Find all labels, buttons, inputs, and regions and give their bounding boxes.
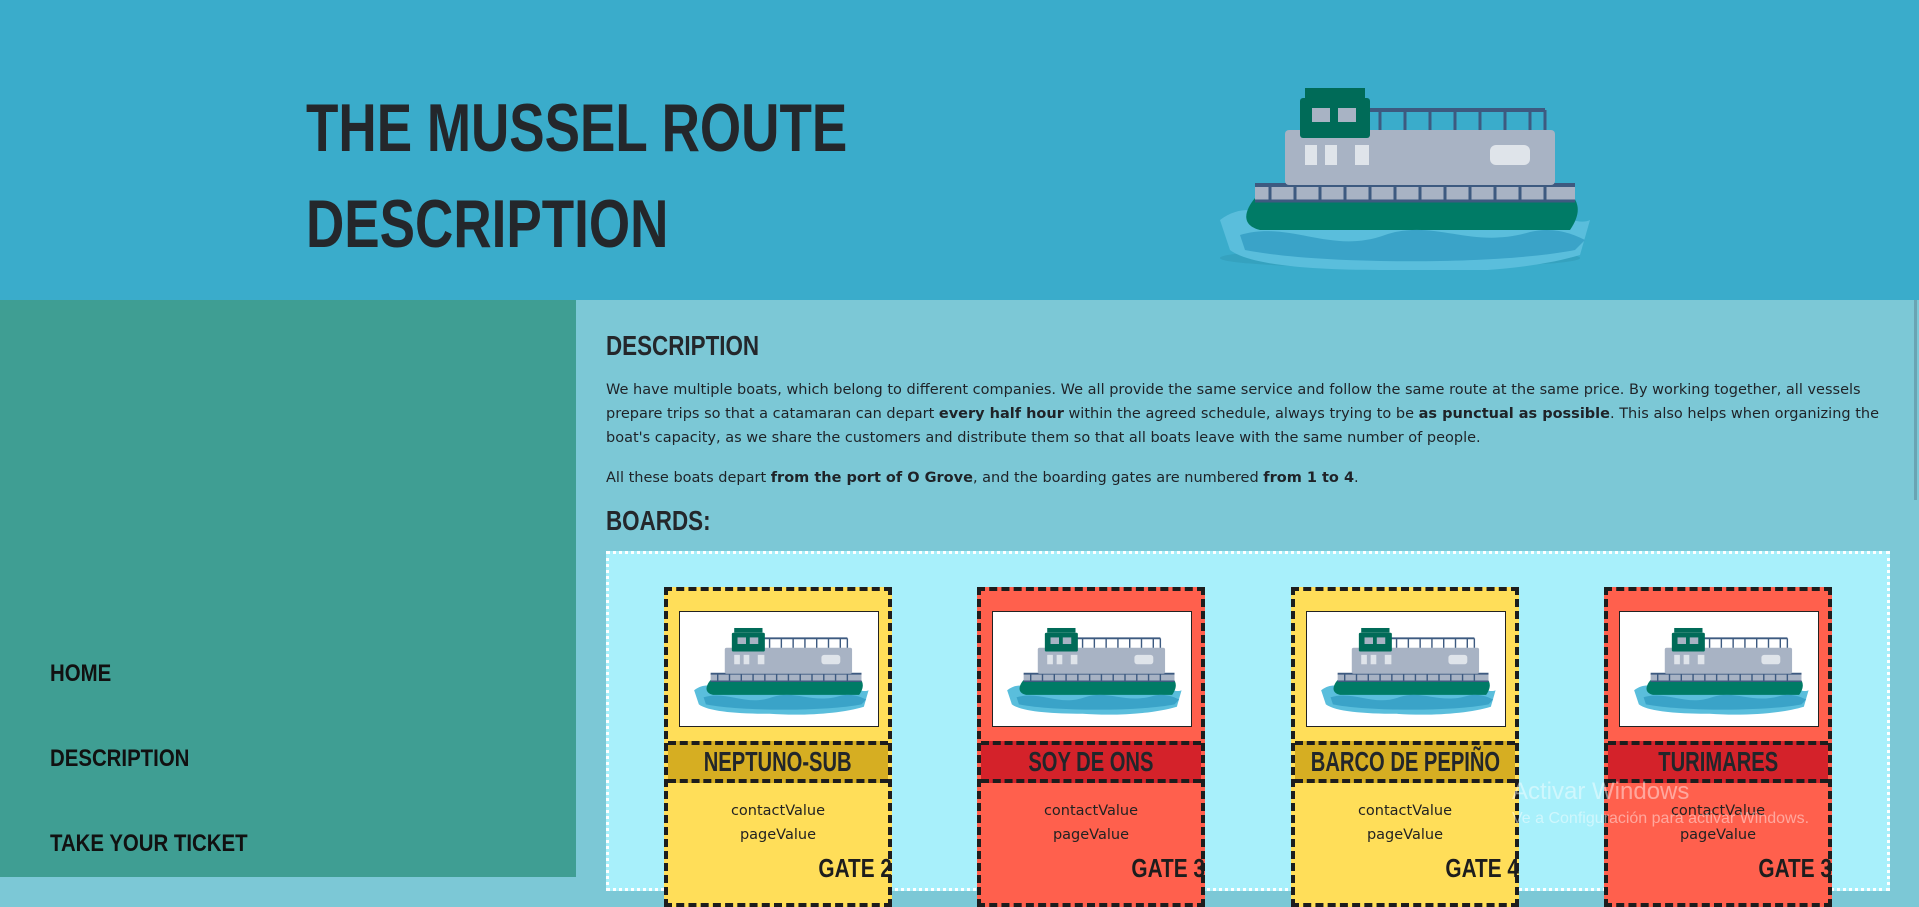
board-card[interactable]: NEPTUNO-SUB contactValue pageValue GATE … [664, 587, 892, 907]
board-gate: GATE 2 [818, 853, 892, 883]
nav-take-your-ticket[interactable]: TAKE YOUR TICKET [50, 830, 248, 858]
board-page[interactable]: pageValue [1295, 827, 1515, 843]
board-contact: contactValue [730, 803, 826, 819]
board-name: NEPTUNO-SUB [668, 741, 888, 783]
board-page[interactable]: pageValue [668, 827, 888, 843]
page-title-line2: DESCRIPTION [306, 186, 669, 262]
board-contact: contactValue [1357, 803, 1453, 819]
windows-activation-title: Activar Windows [1512, 778, 1690, 805]
page-title: THE MUSSEL ROUTE DESCRIPTION [306, 80, 847, 272]
boards-panel: NEPTUNO-SUB contactValue pageValue GATE … [606, 551, 1890, 907]
board-card[interactable]: BARCO DE PEPIÑO contactValue pageValue G… [1291, 587, 1519, 907]
windows-activation-text: Ve a Configuración para activar Windows. [1512, 810, 1810, 827]
catamaran-boat-icon [1218, 86, 1592, 270]
board-gate: GATE 3 [1758, 853, 1832, 883]
nav-home[interactable]: HOME [50, 660, 111, 688]
description-paragraph-2: All these boats depart from the port of … [606, 470, 1359, 486]
board-name: TURIMARES [1608, 741, 1828, 783]
boat-image [992, 611, 1192, 727]
boat-image [1306, 611, 1506, 727]
page-scrollbar[interactable] [1914, 300, 1917, 500]
description-heading: DESCRIPTION [606, 330, 760, 361]
board-gate: GATE 4 [1445, 853, 1519, 883]
board-contact: contactValue [1043, 803, 1139, 819]
sidebar: HOME DESCRIPTION TAKE YOUR TICKET [0, 300, 576, 877]
page-title-line1: THE MUSSEL ROUTE [306, 90, 848, 166]
main-content: DESCRIPTION We have multiple boats, whic… [576, 300, 1919, 907]
boards-heading: BOARDS: [606, 505, 711, 536]
board-gate: GATE 3 [1131, 853, 1205, 883]
board-card[interactable]: SOY DE ONS contactValue pageValue GATE 3 [977, 587, 1205, 907]
board-page[interactable]: pageValue [981, 827, 1201, 843]
board-card[interactable]: TURIMARES contactValue pageValue GATE 3 [1604, 587, 1832, 907]
nav-description[interactable]: DESCRIPTION [50, 745, 189, 773]
board-page[interactable]: pageValue [1608, 827, 1828, 843]
page-header: THE MUSSEL ROUTE DESCRIPTION [0, 0, 1919, 300]
description-paragraph-1: We have multiple boats, which belong to … [606, 382, 1879, 446]
boat-image [679, 611, 879, 727]
board-name: SOY DE ONS [981, 741, 1201, 783]
boat-image [1619, 611, 1819, 727]
board-name: BARCO DE PEPIÑO [1295, 741, 1515, 783]
